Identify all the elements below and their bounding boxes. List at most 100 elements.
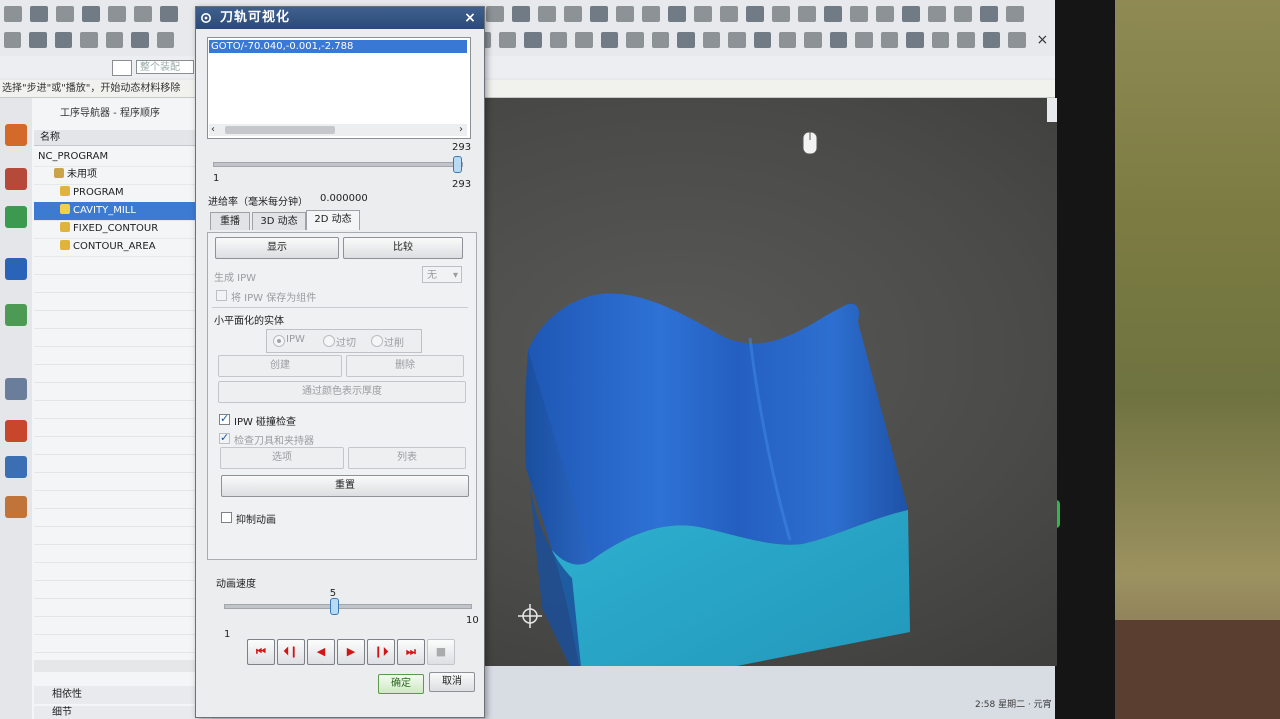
toolbar-button[interactable] xyxy=(538,6,556,22)
animation-speed-track[interactable] xyxy=(224,604,472,609)
tab-replay[interactable]: 重播 xyxy=(210,212,250,230)
toolbar-button[interactable] xyxy=(524,32,542,48)
radio-ipw[interactable] xyxy=(273,335,285,347)
create-button[interactable]: 创建 xyxy=(218,355,342,377)
suppress-animation-checkbox[interactable] xyxy=(221,512,232,523)
rewind-to-start-button[interactable]: ⏮ xyxy=(247,639,275,665)
animation-speed-thumb[interactable] xyxy=(329,598,339,615)
assembly-filter-input[interactable]: 整个装配 xyxy=(136,60,194,74)
toolbar-button[interactable] xyxy=(876,6,894,22)
toolbar-button[interactable] xyxy=(4,32,22,48)
dialog-titlebar[interactable]: 刀轨可视化 × xyxy=(196,7,484,29)
toolbar-button[interactable] xyxy=(728,32,746,48)
ipw-collision-checkbox[interactable] xyxy=(219,412,230,425)
tab-3d-dynamic[interactable]: 3D 动态 xyxy=(252,212,306,230)
toolbar-button[interactable] xyxy=(54,32,73,48)
delete-button[interactable]: 删除 xyxy=(346,355,464,377)
toolbar-button[interactable] xyxy=(778,32,797,48)
toolbar-button[interactable] xyxy=(772,6,790,22)
toolbar-button[interactable] xyxy=(850,6,868,22)
toolbar-button[interactable] xyxy=(626,32,644,48)
toolbar-button[interactable] xyxy=(56,6,74,22)
tab-2d-dynamic[interactable]: 2D 动态 xyxy=(306,210,360,230)
stop-button[interactable]: ■ xyxy=(427,639,455,665)
toolbar-button[interactable] xyxy=(498,32,517,48)
toolbar-button[interactable] xyxy=(798,6,816,22)
column-header-name[interactable]: 名称 xyxy=(34,130,212,146)
clock-icon[interactable] xyxy=(5,378,27,400)
close-icon[interactable]: × xyxy=(460,8,480,28)
toolbar-button[interactable] xyxy=(980,6,998,22)
toolbar-button[interactable] xyxy=(928,6,946,22)
list-horizontal-scrollbar[interactable]: ‹ › xyxy=(209,124,467,136)
step-back-button[interactable]: ⏴❙ xyxy=(277,639,305,665)
toolbar-button[interactable] xyxy=(29,32,47,48)
palette-icon[interactable] xyxy=(5,456,27,478)
dependencies-section[interactable]: 相依性 xyxy=(34,686,212,704)
toolbar-button[interactable] xyxy=(957,32,975,48)
toolbar-button[interactable] xyxy=(82,6,100,22)
toolbar-button[interactable] xyxy=(651,32,670,48)
step-slider-track[interactable] xyxy=(213,162,463,167)
graphics-scroll-up[interactable] xyxy=(1047,98,1057,122)
toolbar-button[interactable] xyxy=(549,32,568,48)
close-icon[interactable]: × xyxy=(1034,32,1051,48)
assembly-navigator-icon[interactable] xyxy=(5,124,27,146)
fast-forward-button[interactable]: ⏭ xyxy=(397,639,425,665)
reset-button[interactable]: 重置 xyxy=(221,475,469,497)
color-thickness-button[interactable]: 通过颜色表示厚度 xyxy=(218,381,466,403)
toolbar-button[interactable] xyxy=(902,6,920,22)
roles-icon[interactable] xyxy=(5,420,27,442)
toolbar-button[interactable] xyxy=(668,6,686,22)
toolbar-button[interactable] xyxy=(4,6,22,22)
filter-dropdown[interactable] xyxy=(112,60,132,76)
options-button[interactable]: 选项 xyxy=(220,447,344,469)
details-section[interactable]: 细节 xyxy=(34,706,212,719)
toolbar-button[interactable] xyxy=(753,32,771,48)
toolbar-button[interactable] xyxy=(600,32,619,48)
toolbar-button[interactable] xyxy=(131,32,149,48)
toolbar-button[interactable] xyxy=(746,6,764,22)
toolbar-button[interactable] xyxy=(160,6,178,22)
toolbar-button[interactable] xyxy=(1006,6,1024,22)
users-icon[interactable] xyxy=(5,496,27,518)
toolbar-button[interactable] xyxy=(824,6,842,22)
toolbar-button[interactable] xyxy=(720,6,738,22)
toolbar-button[interactable] xyxy=(954,6,972,22)
step-slider-thumb[interactable] xyxy=(453,156,462,173)
radio-gouge[interactable] xyxy=(371,335,383,347)
toolbar-button[interactable] xyxy=(855,32,873,48)
toolbar-button[interactable] xyxy=(931,32,950,48)
tree-row-nc-program[interactable]: NC_PROGRAM xyxy=(34,148,216,167)
toolbar-button[interactable] xyxy=(906,32,924,48)
ok-button[interactable]: 确定 xyxy=(378,674,424,694)
toolbar-button[interactable] xyxy=(702,32,721,48)
toolbar-button[interactable] xyxy=(1008,32,1026,48)
part-navigator-icon[interactable] xyxy=(5,168,27,190)
toolbar-button[interactable] xyxy=(677,32,695,48)
toolbar-button[interactable] xyxy=(564,6,582,22)
toolbar-button[interactable] xyxy=(512,6,530,22)
toolbar-button[interactable] xyxy=(486,6,504,22)
play-button[interactable]: ▶ xyxy=(337,639,365,665)
save-ipw-checkbox[interactable] xyxy=(216,290,227,301)
view-orientation-icon[interactable] xyxy=(795,128,825,158)
navigator-horizontal-scrollbar[interactable] xyxy=(34,660,212,672)
toolbar-button[interactable] xyxy=(829,32,848,48)
toolbar-button[interactable] xyxy=(134,6,152,22)
chevron-right-icon[interactable]: › xyxy=(459,124,463,136)
toolpath-list-item[interactable]: GOTO/-70.040,-0.001,-2.788 xyxy=(209,40,467,53)
check-tool-holder-checkbox[interactable] xyxy=(219,431,230,444)
toolbar-button[interactable] xyxy=(575,32,593,48)
toolbar-button[interactable] xyxy=(590,6,608,22)
generate-ipw-select[interactable]: 无 ▾ xyxy=(422,266,462,283)
history-icon[interactable] xyxy=(5,304,27,326)
toolbar-button[interactable] xyxy=(804,32,822,48)
step-forward-button[interactable]: ❙⏵ xyxy=(367,639,395,665)
toolbar-button[interactable] xyxy=(108,6,126,22)
toolbar-button[interactable] xyxy=(880,32,899,48)
toolbar-button[interactable] xyxy=(30,6,48,22)
chevron-left-icon[interactable]: ‹ xyxy=(211,124,215,136)
toolpath-list[interactable]: GOTO/-70.040,-0.001,-2.788 ‹ › xyxy=(207,37,471,139)
display-button[interactable]: 显示 xyxy=(215,237,339,259)
